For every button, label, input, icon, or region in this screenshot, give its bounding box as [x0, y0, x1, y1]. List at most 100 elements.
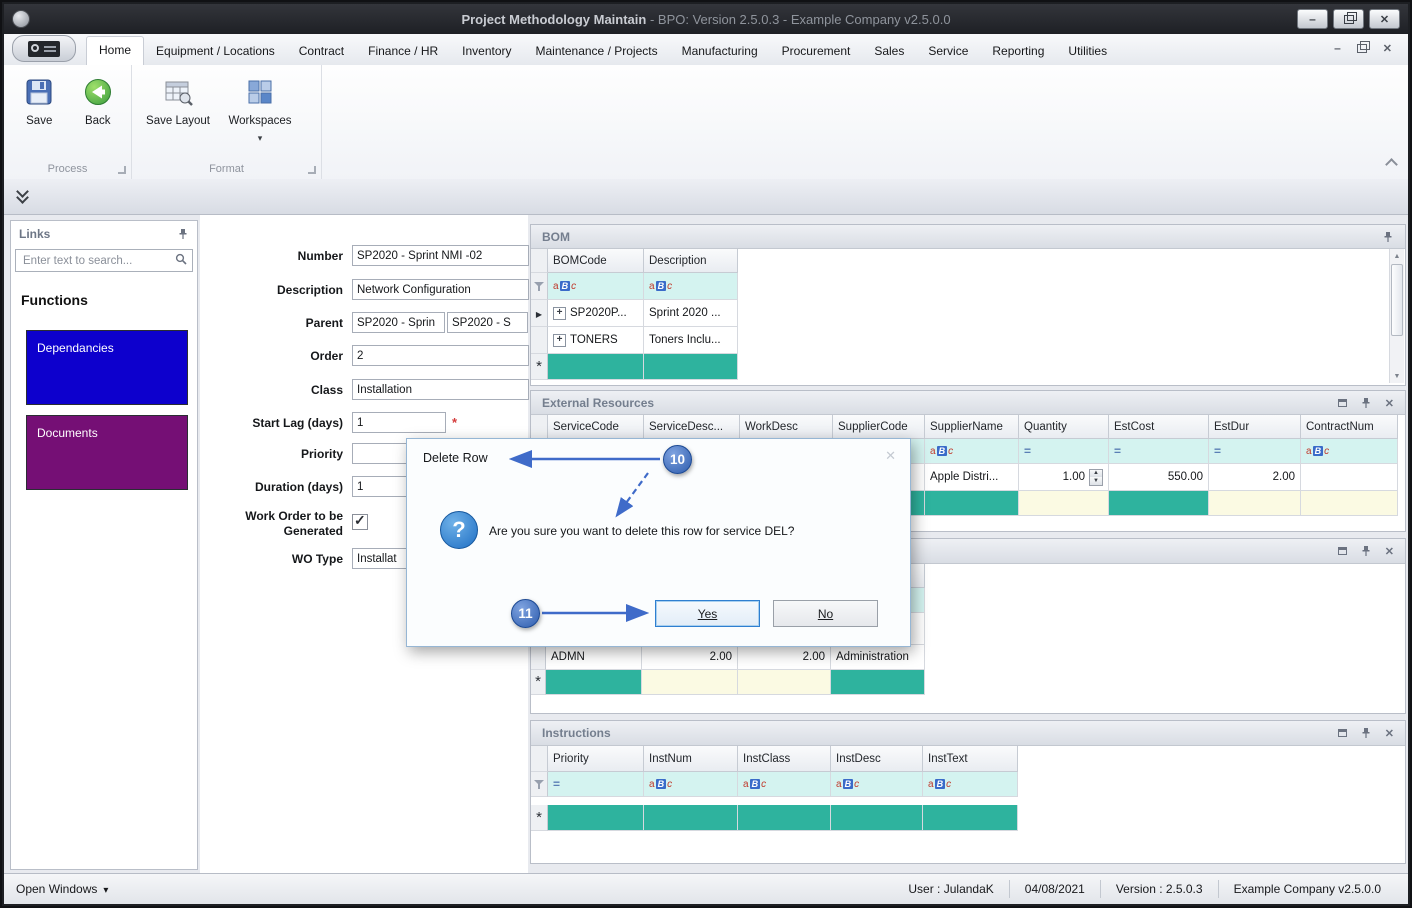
bom-column-description[interactable]: Description [644, 249, 738, 273]
tab-maintenance-projects[interactable]: Maintenance / Projects [524, 38, 670, 65]
ext-column-header[interactable]: SupplierCode [833, 415, 925, 439]
ext-column-header[interactable]: EstCost [1109, 415, 1209, 439]
ext-new-row-cell[interactable] [1019, 491, 1109, 516]
ext-filter-cell[interactable] [1109, 439, 1209, 464]
grid-cell[interactable]: 2.00 [642, 645, 738, 670]
grid-new-row-cell[interactable] [831, 670, 925, 695]
spinner-down-icon[interactable] [1090, 477, 1102, 485]
search-input[interactable] [21, 254, 175, 268]
ext-column-header[interactable]: ServiceDesc... [644, 415, 740, 439]
bom-filter-cell[interactable] [548, 273, 644, 300]
close-icon[interactable] [1385, 396, 1394, 410]
tab-manufacturing[interactable]: Manufacturing [670, 38, 770, 65]
save-button[interactable]: Save [14, 73, 65, 159]
pin-icon[interactable] [177, 228, 189, 240]
expand-panel-icon[interactable] [18, 191, 27, 202]
bom-cell[interactable]: SP2020P... [548, 300, 644, 327]
instructions-column-header[interactable]: InstNum [644, 746, 738, 772]
child-close-icon[interactable] [1383, 39, 1392, 57]
ext-new-row-cell[interactable] [925, 491, 1019, 516]
instructions-new-row-cell[interactable] [923, 805, 1018, 831]
ribbon-collapse-icon[interactable] [1387, 160, 1396, 169]
search-icon[interactable] [175, 252, 187, 270]
instructions-column-header[interactable]: InstClass [738, 746, 831, 772]
instructions-filter-cell[interactable] [738, 772, 831, 797]
back-button[interactable]: Back [73, 73, 124, 159]
ext-column-header[interactable]: EstDur [1209, 415, 1301, 439]
scroll-down-icon[interactable] [1390, 369, 1404, 383]
instructions-filter-cell[interactable] [548, 772, 644, 797]
class-field[interactable] [352, 379, 529, 400]
tab-procurement[interactable]: Procurement [770, 38, 863, 65]
expand-icon[interactable] [553, 307, 566, 320]
grid-cell[interactable]: Administration [831, 645, 925, 670]
instructions-column-header[interactable]: InstDesc [831, 746, 923, 772]
tab-utilities[interactable]: Utilities [1056, 38, 1119, 65]
pin-icon[interactable] [1360, 397, 1372, 409]
parent-code-field[interactable] [352, 312, 445, 333]
maximize-icon[interactable] [1338, 399, 1347, 407]
scroll-thumb[interactable] [1391, 264, 1403, 336]
save-layout-button[interactable]: Save Layout [142, 73, 214, 159]
grid-cell[interactable]: ADMN [546, 645, 642, 670]
expand-icon[interactable] [553, 334, 566, 347]
instructions-filter-cell[interactable] [923, 772, 1018, 797]
no-button[interactable]: No [773, 600, 878, 627]
bom-filter-cell[interactable] [644, 273, 738, 300]
dialog-close-icon[interactable] [885, 448, 896, 464]
grid-new-row-cell[interactable] [546, 670, 642, 695]
ext-filter-cell[interactable] [1301, 439, 1398, 464]
maximize-icon[interactable] [1338, 547, 1347, 555]
ext-quantity-cell[interactable]: 1.00 [1019, 464, 1109, 491]
order-field[interactable] [352, 345, 529, 366]
bom-cell[interactable]: Toners Inclu... [644, 327, 738, 354]
ext-contractnum-cell[interactable] [1301, 464, 1398, 491]
minimize-button[interactable] [1297, 9, 1328, 29]
parent-desc-field[interactable] [447, 312, 528, 333]
ext-new-row-cell[interactable] [1109, 491, 1209, 516]
bom-scrollbar[interactable] [1389, 249, 1404, 383]
ext-column-header[interactable]: SupplierName [925, 415, 1019, 439]
ext-estdur-cell[interactable]: 2.00 [1209, 464, 1301, 491]
tab-service[interactable]: Service [916, 38, 980, 65]
description-field[interactable] [352, 279, 529, 300]
open-windows-button[interactable]: Open Windows [16, 882, 108, 896]
close-icon[interactable] [1385, 726, 1394, 740]
ext-supplier-name-cell[interactable]: Apple Distri... [925, 464, 1019, 491]
pin-icon[interactable] [1382, 231, 1394, 243]
tab-home[interactable]: Home [86, 36, 144, 65]
tab-inventory[interactable]: Inventory [450, 38, 523, 65]
ext-filter-cell[interactable] [1019, 439, 1109, 464]
grid-new-row-cell[interactable] [642, 670, 738, 695]
documents-button[interactable]: Documents [26, 415, 188, 490]
work-order-checkbox[interactable] [352, 514, 368, 530]
instructions-column-header[interactable]: InstText [923, 746, 1018, 772]
dependancies-button[interactable]: Dependancies [26, 330, 188, 405]
instructions-filter-cell[interactable] [831, 772, 923, 797]
ext-column-header[interactable]: ContractNum [1301, 415, 1398, 439]
scroll-up-icon[interactable] [1390, 249, 1404, 263]
ext-estcost-cell[interactable]: 550.00 [1109, 464, 1209, 491]
ext-filter-cell[interactable] [925, 439, 1019, 464]
tab-reporting[interactable]: Reporting [980, 38, 1056, 65]
child-restore-icon[interactable] [1357, 44, 1367, 53]
number-field[interactable] [352, 245, 529, 266]
restore-button[interactable] [1333, 9, 1364, 29]
grid-new-row-cell[interactable] [738, 670, 831, 695]
tab-finance-hr[interactable]: Finance / HR [356, 38, 450, 65]
bom-new-row-cell[interactable] [644, 354, 738, 380]
instructions-column-header[interactable]: Priority [548, 746, 644, 772]
ext-new-row-cell[interactable] [1209, 491, 1301, 516]
ext-new-row-cell[interactable] [1301, 491, 1398, 516]
instructions-new-row-cell[interactable] [548, 805, 644, 831]
ext-column-header[interactable]: WorkDesc [740, 415, 833, 439]
instructions-new-row-cell[interactable] [831, 805, 923, 831]
grid-cell[interactable]: 2.00 [738, 645, 831, 670]
application-button[interactable] [12, 35, 76, 62]
bom-cell[interactable]: Sprint 2020 ... [644, 300, 738, 327]
workspaces-dropdown-icon[interactable] [258, 132, 263, 144]
ext-column-header[interactable]: ServiceCode [548, 415, 644, 439]
bom-cell[interactable]: TONERS [548, 327, 644, 354]
tab-equipment-locations[interactable]: Equipment / Locations [144, 38, 287, 65]
tab-sales[interactable]: Sales [862, 38, 916, 65]
